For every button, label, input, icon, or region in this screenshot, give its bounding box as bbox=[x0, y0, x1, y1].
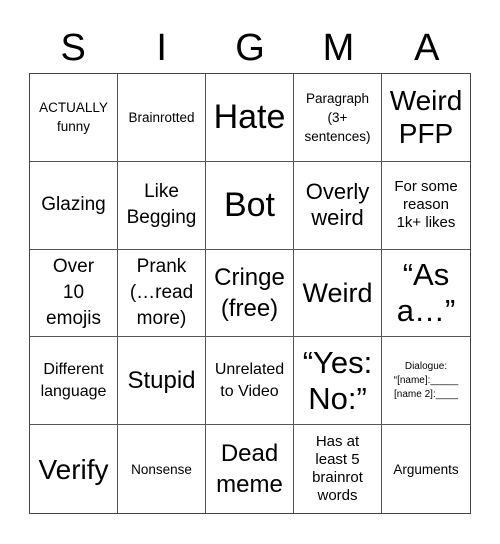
cell-text: Prank (…read more) bbox=[129, 255, 194, 329]
cell-text: Unrelated to Video bbox=[214, 360, 285, 400]
cell-text: Stupid bbox=[127, 367, 196, 395]
title-letter-s: S bbox=[60, 27, 86, 69]
cell-text: Dead meme bbox=[216, 440, 283, 499]
bingo-cell[interactable]: Prank (…read more) bbox=[118, 249, 206, 338]
bingo-cell[interactable]: Weird PFP bbox=[382, 74, 470, 162]
cell-text: For some reason 1k+ likes bbox=[394, 178, 458, 232]
bingo-cell[interactable]: “As a…” bbox=[382, 250, 470, 338]
bingo-title-row: S I G M A bbox=[29, 26, 471, 70]
bingo-cell[interactable]: Has at least 5 brainrot words bbox=[294, 425, 382, 513]
bingo-cell[interactable]: Like Begging bbox=[118, 161, 206, 250]
cell-text: Bot bbox=[223, 186, 276, 225]
cell-text: ACTUALLY funny bbox=[39, 100, 108, 135]
bingo-cell[interactable]: ACTUALLY funny bbox=[30, 74, 118, 162]
title-letter-m: M bbox=[322, 27, 355, 69]
title-letter-g: G bbox=[235, 27, 265, 69]
bingo-cell[interactable]: Over 10 emojis bbox=[30, 249, 118, 338]
bingo-cell[interactable]: Brainrotted bbox=[118, 74, 206, 162]
cell-text: Hate bbox=[213, 98, 286, 137]
bingo-cell[interactable]: Cringe (free) bbox=[206, 249, 294, 338]
cell-text: Verify bbox=[38, 453, 109, 485]
bingo-cell[interactable]: Paragraph (3+ sentences) bbox=[294, 74, 382, 162]
cell-text: Cringe (free) bbox=[214, 263, 285, 322]
bingo-cell[interactable]: Weird bbox=[294, 249, 382, 338]
bingo-cell[interactable]: Dialogue: “[name]:_____ [name 2]:____ bbox=[382, 337, 470, 426]
cell-text: Weird PFP bbox=[389, 85, 463, 150]
bingo-cell[interactable]: Glazing bbox=[30, 161, 118, 250]
cell-text: Glazing bbox=[41, 194, 106, 216]
bingo-cell[interactable]: Hate bbox=[206, 74, 294, 162]
bingo-cell[interactable]: “Yes: No:” bbox=[294, 337, 382, 426]
cell-text: Dialogue: “[name]:_____ [name 2]:____ bbox=[393, 360, 459, 400]
cell-text: Over 10 emojis bbox=[46, 255, 101, 329]
bingo-cell[interactable]: Nonsense bbox=[118, 425, 206, 513]
cell-text: Like Begging bbox=[126, 181, 197, 229]
bingo-cell[interactable]: Different language bbox=[30, 337, 118, 426]
cell-text: “As a…” bbox=[396, 256, 456, 328]
bingo-cell[interactable]: For some reason 1k+ likes bbox=[382, 162, 470, 250]
bingo-cell[interactable]: Arguments bbox=[382, 425, 470, 513]
bingo-cell[interactable]: Dead meme bbox=[206, 425, 294, 513]
bingo-cell[interactable]: Overly weird bbox=[294, 161, 382, 250]
cell-text: Overly weird bbox=[305, 179, 370, 231]
bingo-cell[interactable]: Unrelated to Video bbox=[206, 337, 294, 426]
title-letter-a: A bbox=[414, 27, 440, 69]
bingo-cell[interactable]: Verify bbox=[30, 425, 118, 513]
title-letter-i: I bbox=[156, 27, 167, 69]
cell-text: Arguments bbox=[393, 461, 459, 477]
bingo-cell free-space[interactable]: Bot bbox=[206, 161, 294, 250]
cell-text: Nonsense bbox=[131, 461, 192, 477]
bingo-board: ACTUALLY funny Brainrotted Hate Paragrap… bbox=[29, 73, 471, 514]
cell-text: Paragraph (3+ sentences) bbox=[304, 90, 371, 144]
cell-text: Weird bbox=[302, 277, 373, 308]
cell-text: Brainrotted bbox=[128, 109, 195, 125]
cell-text: Has at least 5 brainrot words bbox=[312, 433, 363, 505]
cell-text: “Yes: No:” bbox=[302, 344, 373, 416]
bingo-cell[interactable]: Stupid bbox=[118, 337, 206, 426]
cell-text: Different language bbox=[40, 360, 107, 400]
